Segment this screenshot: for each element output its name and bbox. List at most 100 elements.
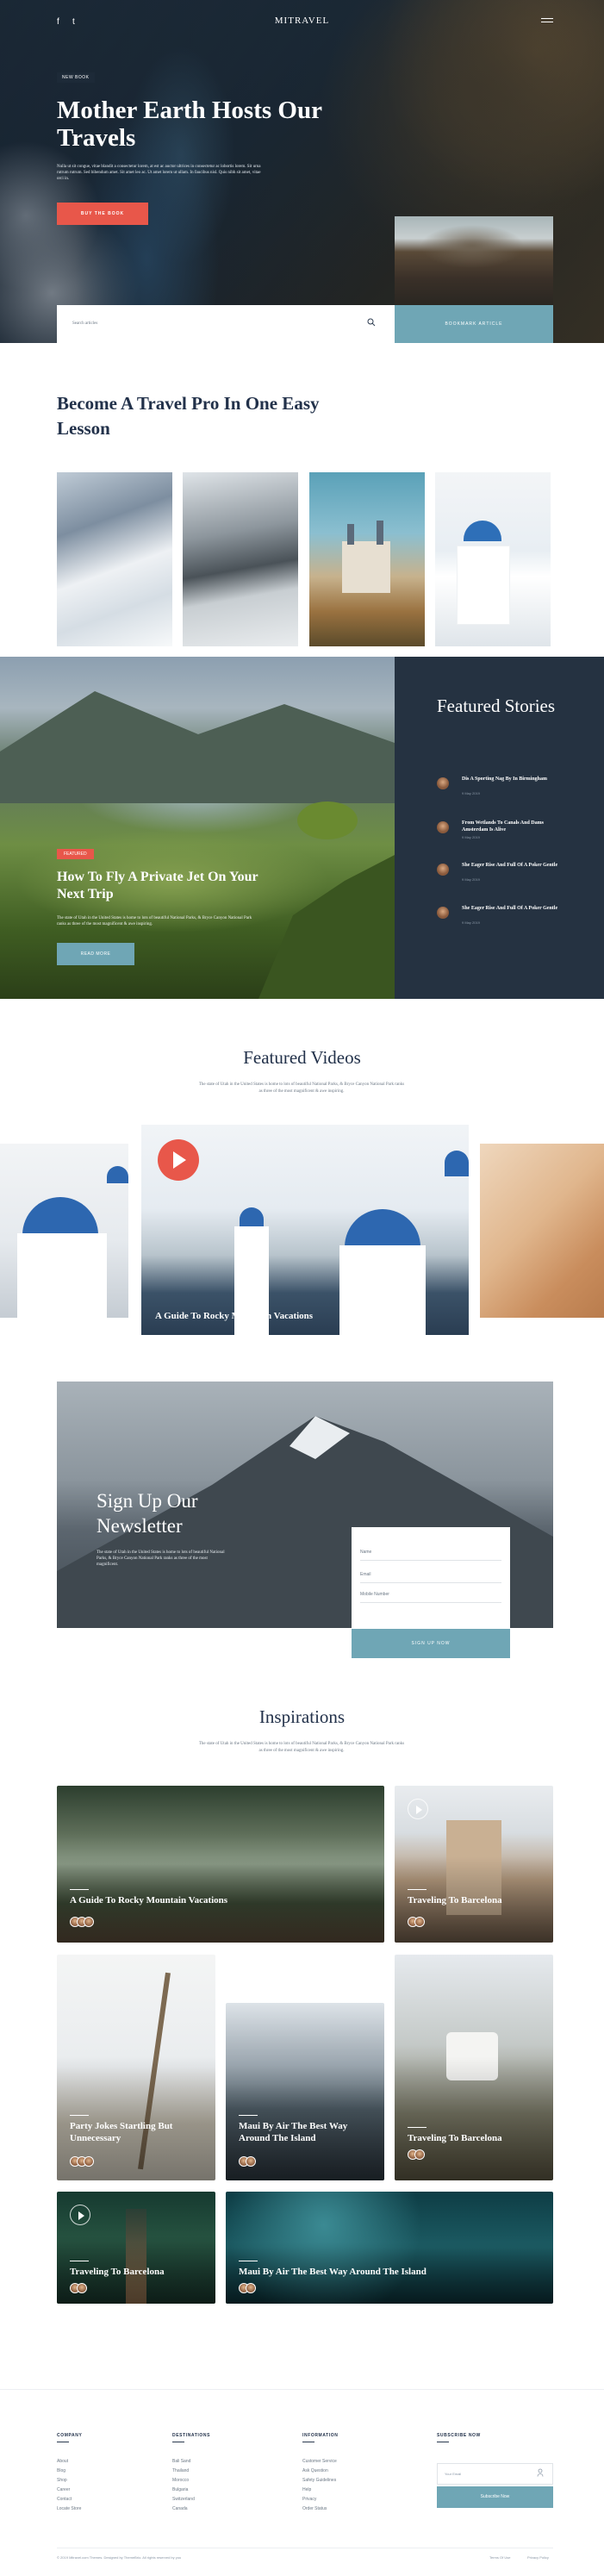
divider bbox=[408, 2127, 427, 2128]
featured-stories-title: Featured Stories bbox=[437, 695, 556, 716]
card-title[interactable]: Maui By Air The Best Way Around The Isla… bbox=[239, 2120, 377, 2144]
footer-link[interactable]: Locate Store bbox=[57, 2506, 81, 2511]
search-bar[interactable] bbox=[57, 305, 395, 343]
terms-link[interactable]: Terms Of Use bbox=[489, 2555, 510, 2560]
gallery-image-snow-peaks[interactable] bbox=[57, 472, 172, 646]
video-thumbnail-next[interactable] bbox=[480, 1144, 604, 1318]
footer-link[interactable]: About bbox=[57, 2459, 68, 2464]
gallery-image-castle[interactable] bbox=[309, 472, 425, 646]
inspiration-card[interactable]: Maui By Air The Best Way Around The Isla… bbox=[226, 2003, 384, 2180]
avatar bbox=[246, 2283, 256, 2293]
divider bbox=[360, 1582, 501, 1583]
newsletter-form bbox=[352, 1527, 510, 1629]
church-wall bbox=[339, 1245, 426, 1335]
footer-link[interactable]: Shop bbox=[57, 2478, 67, 2483]
featured-story-text: The state of Utah in the United States i… bbox=[57, 916, 252, 926]
video-thumbnail-prev[interactable] bbox=[0, 1144, 128, 1318]
hero-thumbnail-image bbox=[395, 216, 553, 305]
mobile-number-field[interactable]: Mobile Number bbox=[360, 1592, 389, 1597]
footer-link[interactable]: Bali Sand bbox=[172, 2459, 190, 2464]
featured-story-title[interactable]: How To Fly A Private Jet On Your Next Tr… bbox=[57, 869, 272, 903]
read-more-button[interactable]: READ MORE bbox=[57, 943, 134, 965]
video-caption[interactable]: A Guide To Rocky Mountain Vacations bbox=[155, 1311, 313, 1321]
card-title[interactable]: Traveling To Barcelona bbox=[408, 1894, 545, 1906]
search-input[interactable]: Search articles bbox=[72, 321, 97, 326]
section-title-pro: Become A Travel Pro In One Easy Lesson bbox=[57, 393, 320, 439]
bookmark-article-button[interactable]: BOOKMARK ARTICLE bbox=[395, 305, 553, 343]
divider bbox=[70, 2115, 89, 2116]
footer-destinations-title: DESTINATIONS bbox=[172, 2433, 211, 2438]
avatar bbox=[84, 2156, 94, 2167]
footer-information-title: INFORMATION bbox=[302, 2433, 339, 2438]
inspiration-card[interactable]: Party Jokes Startling But Unnecessary bbox=[57, 1955, 215, 2180]
card-title[interactable]: Party Jokes Startling But Unnecessary bbox=[70, 2120, 208, 2144]
card-title[interactable]: A Guide To Rocky Mountain Vacations bbox=[70, 1894, 328, 1906]
subscribe-email-placeholder[interactable]: Your Email bbox=[445, 2472, 461, 2476]
play-icon[interactable] bbox=[173, 1151, 186, 1169]
name-field[interactable]: Name bbox=[360, 1550, 371, 1555]
footer-link[interactable]: Canada bbox=[172, 2506, 188, 2511]
avatar bbox=[437, 864, 449, 876]
footer-link[interactable]: Contact bbox=[57, 2497, 72, 2502]
featured-badge: FEATURED bbox=[57, 849, 94, 859]
avatar bbox=[84, 1917, 94, 1927]
castle-tower bbox=[347, 524, 354, 545]
play-icon[interactable] bbox=[78, 2211, 84, 2220]
card-title[interactable]: Traveling To Barcelona bbox=[70, 2266, 208, 2278]
blue-dome bbox=[445, 1151, 469, 1176]
story-date: 9 May 2019 bbox=[462, 791, 480, 795]
story-title[interactable]: Dis A Sporting Nag By In Birmingham bbox=[462, 776, 561, 783]
avatar bbox=[437, 821, 449, 833]
copyright-text: © 2019 Mitravel.com Themes. Designed by … bbox=[57, 2555, 182, 2560]
inspiration-card[interactable]: Traveling To Barcelona bbox=[395, 1955, 553, 2180]
story-date: 9 May 2019 bbox=[462, 877, 480, 882]
footer-link[interactable]: Morocco bbox=[172, 2478, 189, 2483]
story-title[interactable]: From Wetlands To Canals And Dams Amsterd… bbox=[462, 820, 561, 833]
inspiration-card[interactable]: Traveling To Barcelona bbox=[57, 2192, 215, 2304]
card-title[interactable]: Traveling To Barcelona bbox=[408, 2132, 545, 2144]
footer-link[interactable]: Thailand bbox=[172, 2468, 189, 2473]
sign-up-button[interactable]: SIGN UP NOW bbox=[352, 1629, 510, 1658]
footer-link[interactable]: Privacy bbox=[302, 2497, 316, 2502]
inspiration-card[interactable]: Maui By Air The Best Way Around The Isla… bbox=[226, 2192, 553, 2304]
footer-link[interactable]: Blog bbox=[57, 2468, 65, 2473]
divider bbox=[360, 1602, 501, 1603]
story-date: 9 May 2019 bbox=[462, 835, 480, 839]
buy-book-button[interactable]: BUY THE BOOK bbox=[57, 203, 148, 225]
footer-subscribe-title: SUBSCRIBE NOW bbox=[437, 2433, 481, 2438]
inspirations-title: Inspirations bbox=[258, 1706, 346, 1727]
footer-company-title: COMPANY bbox=[57, 2433, 83, 2438]
inspiration-card[interactable]: A Guide To Rocky Mountain Vacations bbox=[57, 1786, 384, 1943]
gallery-image-santorini[interactable] bbox=[435, 472, 551, 646]
card-title[interactable]: Maui By Air The Best Way Around The Isla… bbox=[239, 2266, 497, 2278]
videos-title: Featured Videos bbox=[243, 1047, 361, 1068]
privacy-link[interactable]: Privacy Policy bbox=[527, 2555, 549, 2560]
email-field[interactable]: Email bbox=[360, 1572, 371, 1577]
hero-title: Mother Earth Hosts Our Travels bbox=[57, 97, 322, 152]
story-title[interactable]: She Eager Rise And Full Of A Poker Gentl… bbox=[462, 905, 561, 912]
church-wall bbox=[458, 546, 509, 624]
search-icon[interactable] bbox=[367, 318, 376, 327]
blue-dome bbox=[22, 1197, 98, 1235]
footer-link[interactable]: Switzerland bbox=[172, 2497, 195, 2502]
site-logo[interactable]: MITRAVEL bbox=[0, 16, 604, 26]
newsletter-text: The state of Utah in the United States i… bbox=[97, 1550, 225, 1567]
inspiration-card[interactable]: Traveling To Barcelona bbox=[395, 1786, 553, 1943]
church-wall bbox=[17, 1233, 107, 1318]
footer-link[interactable]: Order Status bbox=[302, 2506, 327, 2511]
footer-link[interactable]: Safety Guidelines bbox=[302, 2478, 336, 2483]
divider bbox=[239, 2115, 258, 2116]
gallery-image-fjord[interactable] bbox=[183, 472, 298, 646]
menu-icon[interactable] bbox=[541, 17, 553, 24]
footer-link[interactable]: Help bbox=[302, 2487, 311, 2492]
footer-divider bbox=[0, 2389, 604, 2390]
footer-link[interactable]: Bulgaria bbox=[172, 2487, 188, 2492]
blue-dome bbox=[107, 1166, 128, 1183]
footer-link[interactable]: Customer Service bbox=[302, 2459, 337, 2464]
footer-link[interactable]: Career bbox=[57, 2487, 70, 2492]
story-title[interactable]: She Eager Rise And Full Of A Poker Gentl… bbox=[462, 862, 561, 869]
subscribe-button[interactable]: Subscribe Now bbox=[437, 2486, 553, 2508]
footer-link[interactable]: Ask Question bbox=[302, 2468, 328, 2473]
play-icon[interactable] bbox=[416, 1806, 422, 1814]
avatar bbox=[77, 2283, 87, 2293]
